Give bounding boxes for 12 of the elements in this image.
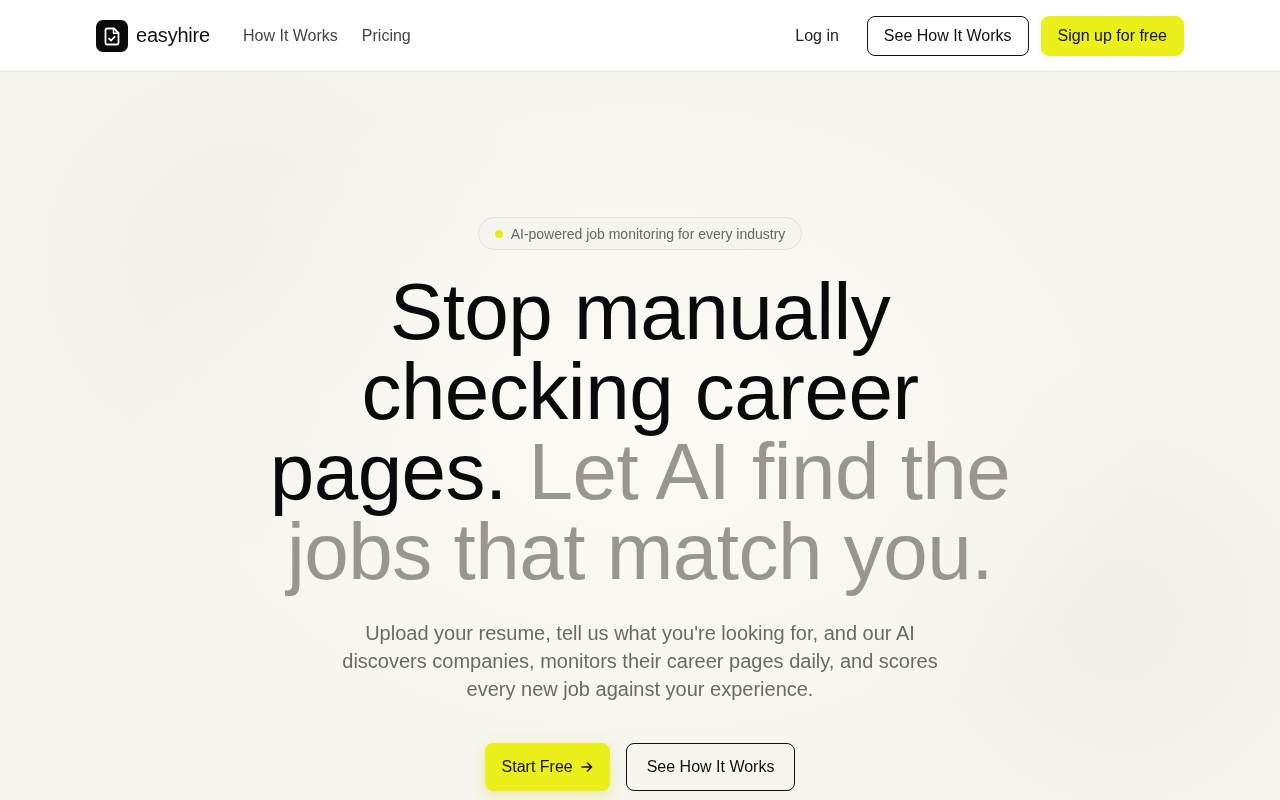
login-link[interactable]: Log in xyxy=(795,26,839,45)
see-how-button[interactable]: See How It Works xyxy=(625,743,796,791)
see-how-button[interactable]: See How It Works xyxy=(866,15,1029,56)
status-dot-icon xyxy=(494,229,503,238)
brand-name[interactable]: easyhire xyxy=(136,24,210,47)
nav-link[interactable]: Pricing xyxy=(361,26,411,45)
nav-link[interactable]: How It Works xyxy=(243,26,338,45)
signup-button[interactable]: Sign up for free xyxy=(1040,15,1184,56)
badge-text: AI-powered job monitoring for every industry xyxy=(510,225,786,242)
start-free-button[interactable]: Start Free xyxy=(484,743,610,791)
hero-subtitle: Upload your resume, tell us what you're looking for, and our AI discovers companies, monitors their career pages daily, and scores every new job against your experience. xyxy=(341,621,939,702)
document-check-icon[interactable] xyxy=(96,19,128,52)
